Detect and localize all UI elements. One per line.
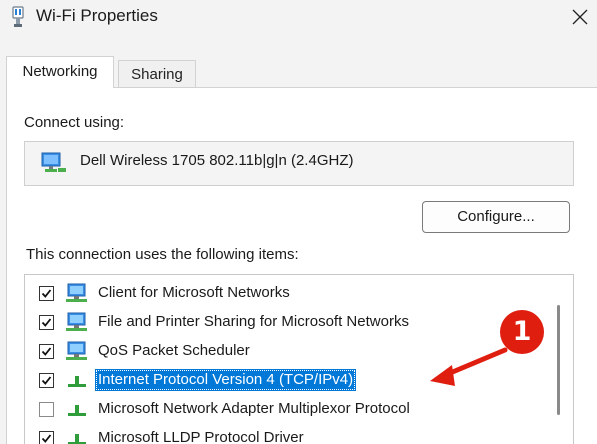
close-button[interactable] bbox=[562, 0, 597, 34]
network-client-icon bbox=[66, 283, 87, 302]
adapter-name: Dell Wireless 1705 802.11b|g|n (2.4GHZ) bbox=[80, 152, 354, 169]
wifi-adapter-icon bbox=[12, 6, 24, 27]
protocol-icon bbox=[68, 376, 86, 387]
checkbox[interactable] bbox=[39, 344, 54, 359]
item-label: QoS Packet Scheduler bbox=[98, 342, 250, 359]
network-service-icon bbox=[66, 312, 87, 331]
tab-sharing[interactable]: Sharing bbox=[118, 60, 196, 88]
checkmark-icon bbox=[41, 289, 52, 298]
item-label: File and Printer Sharing for Microsoft N… bbox=[98, 313, 409, 330]
checkbox[interactable] bbox=[39, 373, 54, 388]
network-adapter-icon bbox=[41, 152, 66, 172]
item-label: Microsoft LLDP Protocol Driver bbox=[98, 429, 304, 444]
list-item-client-for-microsoft-networks[interactable]: Client for Microsoft Networks bbox=[25, 279, 555, 308]
connect-using-label: Connect using: bbox=[24, 114, 125, 131]
list-item-multiplexor-protocol[interactable]: Microsoft Network Adapter Multiplexor Pr… bbox=[25, 395, 555, 424]
checkmark-icon bbox=[41, 434, 52, 443]
item-label: Internet Protocol Version 4 (TCP/IPv4) bbox=[95, 369, 357, 391]
window-title: Wi-Fi Properties bbox=[36, 6, 158, 25]
item-label: Microsoft Network Adapter Multiplexor Pr… bbox=[98, 400, 410, 417]
list-item-ipv4[interactable]: Internet Protocol Version 4 (TCP/IPv4) bbox=[25, 366, 555, 395]
list-item-lldp-protocol-driver[interactable]: Microsoft LLDP Protocol Driver bbox=[25, 424, 555, 444]
checkbox[interactable] bbox=[39, 315, 54, 330]
list-scrollbar[interactable] bbox=[557, 305, 560, 415]
protocol-icon bbox=[68, 405, 86, 416]
protocol-icon bbox=[68, 434, 86, 444]
item-label: Client for Microsoft Networks bbox=[98, 284, 290, 301]
network-service-icon bbox=[66, 341, 87, 360]
configure-button[interactable]: Configure... bbox=[422, 201, 570, 233]
checkbox[interactable] bbox=[39, 286, 54, 301]
items-section-label: This connection uses the following items… bbox=[26, 246, 299, 263]
checkbox[interactable] bbox=[39, 431, 54, 444]
list-item-file-and-printer-sharing[interactable]: File and Printer Sharing for Microsoft N… bbox=[25, 308, 555, 337]
tab-networking[interactable]: Networking bbox=[6, 56, 114, 88]
checkbox[interactable] bbox=[39, 402, 54, 417]
checkmark-icon bbox=[41, 376, 52, 385]
checkmark-icon bbox=[41, 318, 52, 327]
annotation-badge: 1 bbox=[500, 310, 544, 354]
close-icon bbox=[572, 9, 588, 25]
title-bar: Wi-Fi Properties bbox=[0, 0, 597, 36]
list-item-qos-packet-scheduler[interactable]: QoS Packet Scheduler bbox=[25, 337, 555, 366]
components-list[interactable]: Client for Microsoft Networks File and P… bbox=[24, 274, 574, 444]
checkmark-icon bbox=[41, 347, 52, 356]
